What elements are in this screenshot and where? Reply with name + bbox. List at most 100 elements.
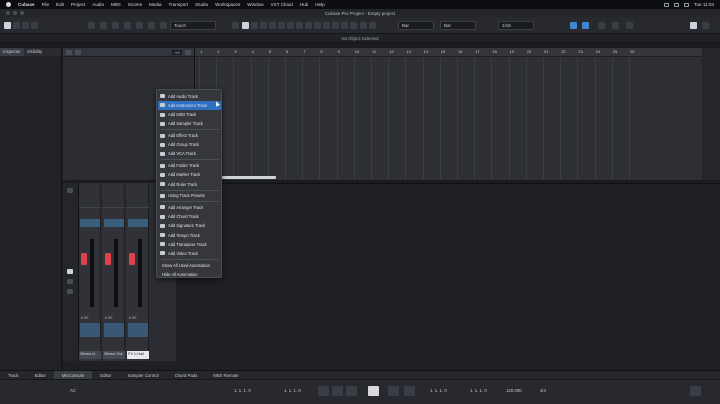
horizontal-scrollbar[interactable] — [220, 176, 276, 179]
search-icon[interactable] — [683, 2, 689, 7]
menu-window[interactable]: Window — [247, 2, 263, 7]
menu-hub[interactable]: Hub — [300, 2, 308, 7]
split-tool-icon[interactable] — [260, 22, 267, 29]
snap-to-grid-icon[interactable] — [570, 22, 577, 29]
menu-media[interactable]: Media — [149, 2, 162, 7]
menu-project[interactable]: Project — [71, 2, 85, 7]
go-to-start-button[interactable] — [318, 386, 329, 396]
menu-item-add-marker-track[interactable]: Add Marker Track — [158, 171, 221, 180]
workspace-icon[interactable] — [702, 22, 709, 29]
menu-item-add-midi-track[interactable]: Add MIDI Track — [158, 110, 221, 119]
battery-icon[interactable] — [663, 2, 669, 7]
menu-item-add-effect-track[interactable]: Add Effect Track — [158, 131, 221, 140]
menu-item-add-sampler-track[interactable]: Add Sampler Track — [158, 120, 221, 129]
metronome-icon[interactable] — [612, 22, 619, 29]
menu-midi[interactable]: MIDI — [111, 2, 121, 7]
left-zone-toggle-icon[interactable] — [13, 22, 20, 29]
menu-item-add-chord-track[interactable]: Add Chord Track — [158, 212, 221, 221]
menu-item-add-folder-track[interactable]: Add Folder Track — [158, 161, 221, 170]
mixer-racks-icon[interactable] — [67, 289, 73, 294]
snap-to-zero-icon[interactable] — [582, 22, 589, 29]
volume-fader[interactable] — [81, 253, 87, 265]
erase-tool-icon[interactable] — [278, 22, 285, 29]
channel-name[interactable]: FX 1-Hall — [127, 351, 149, 359]
pan-slot[interactable] — [104, 323, 124, 337]
wifi-icon[interactable] — [673, 2, 679, 7]
input-routing-slot[interactable] — [80, 219, 100, 227]
menu-clock[interactable]: Tue 11:03 — [694, 2, 714, 7]
nudge-right-icon[interactable] — [369, 22, 376, 29]
ruler[interactable]: 1 2 3 4 5 6 7 8 9 10 11 12 13 14 15 16 17 18 19 20 21 22 23 24 2… — [195, 48, 702, 57]
rewind-button[interactable] — [332, 386, 343, 396]
track-filter-button[interactable] — [75, 49, 81, 55]
menu-item-add-vca-track[interactable]: Add VCA Track — [158, 150, 221, 159]
menu-vst-cloud[interactable]: VST Cloud — [271, 2, 293, 7]
menu-item-add-group-track[interactable]: Add Group Track — [158, 141, 221, 150]
menu-workspaces[interactable]: Workspaces — [215, 2, 240, 7]
constrain-delay-icon[interactable] — [88, 22, 95, 29]
tab-visibility[interactable]: Visibility — [24, 48, 45, 56]
channel-name[interactable]: Stereo Out — [103, 351, 125, 359]
close-window-button[interactable] — [6, 11, 10, 15]
glue-tool-icon[interactable] — [269, 22, 276, 29]
inspector-toggle-icon[interactable] — [4, 22, 11, 29]
mixer-channels-icon[interactable] — [67, 279, 73, 284]
track-settings-button[interactable] — [185, 49, 191, 55]
input-routing-slot[interactable] — [128, 219, 148, 227]
color-tool-icon[interactable] — [350, 22, 357, 29]
right-locator-display[interactable]: 1. 1. 1. 0 — [284, 388, 301, 393]
color-menu-icon[interactable] — [598, 22, 605, 29]
autoscroll-icon[interactable] — [232, 22, 239, 29]
comp-tool-icon[interactable] — [305, 22, 312, 29]
signature-display[interactable]: 4/4 — [540, 388, 546, 393]
solo-all-icon[interactable] — [112, 22, 119, 29]
lower-zone-toggle-icon[interactable] — [22, 22, 29, 29]
pan-slot[interactable] — [128, 323, 148, 337]
stop-button[interactable] — [368, 386, 379, 396]
menu-item-add-transpose-track[interactable]: Add Transpose Track — [158, 240, 221, 249]
menu-studio[interactable]: Studio — [195, 2, 208, 7]
menu-app[interactable]: Cubase — [18, 2, 35, 7]
nudge-left-icon[interactable] — [360, 22, 367, 29]
right-zone-toggle-icon[interactable] — [31, 22, 38, 29]
play-tool-icon[interactable] — [341, 22, 348, 29]
quantize-select[interactable]: 1/16 — [498, 21, 534, 30]
automation-mode-select[interactable]: Touch — [170, 21, 216, 30]
read-automation-icon[interactable] — [136, 22, 143, 29]
menu-item-using-track-presets[interactable]: Using Track Presets — [158, 192, 221, 201]
time-warp-tool-icon[interactable] — [314, 22, 321, 29]
tab-inspector[interactable]: Inspector — [0, 48, 24, 56]
menu-help[interactable]: Help — [315, 2, 324, 7]
grid-type-select[interactable]: Bar — [440, 21, 476, 30]
pan-slot[interactable] — [80, 323, 100, 337]
input-routing-slot[interactable] — [104, 219, 124, 227]
menu-item-hide-all-automation[interactable]: Hide All Automation — [158, 270, 221, 279]
line-tool-icon[interactable] — [332, 22, 339, 29]
volume-fader[interactable] — [105, 253, 111, 265]
secondary-time-display[interactable]: 1. 1. 1. 0 — [470, 388, 487, 393]
zoom-window-button[interactable] — [20, 11, 24, 15]
record-button[interactable] — [404, 386, 415, 396]
track-count-field[interactable]: 0/0 — [172, 49, 182, 55]
menu-scores[interactable]: Scores — [128, 2, 142, 7]
menu-item-show-all-used-automation[interactable]: Show All Used Automation — [158, 261, 221, 270]
menu-item-add-signature-track[interactable]: Add Signature Track — [158, 222, 221, 231]
object-selection-tool-icon[interactable] — [242, 22, 249, 29]
mute-tool-icon[interactable] — [296, 22, 303, 29]
write-automation-icon[interactable] — [148, 22, 155, 29]
audio-connection-label[interactable]: AC — [70, 388, 76, 393]
menu-transport[interactable]: Transport — [169, 2, 189, 7]
vertical-scroll-zone[interactable] — [702, 48, 720, 180]
automation-mode-icon[interactable] — [160, 22, 167, 29]
range-tool-icon[interactable] — [251, 22, 258, 29]
menu-audio[interactable]: Audio — [92, 2, 104, 7]
mixer-view-icon[interactable] — [67, 269, 73, 274]
menu-file[interactable]: File — [42, 2, 49, 7]
add-track-button[interactable] — [66, 49, 72, 55]
menu-edit[interactable]: Edit — [56, 2, 64, 7]
snap-type-select[interactable]: Bar — [398, 21, 434, 30]
menu-item-add-audio-track[interactable]: Add Audio Track — [158, 92, 221, 101]
primary-time-display[interactable]: 1. 1. 1. 0 — [430, 388, 447, 393]
volume-fader[interactable] — [129, 253, 135, 265]
zoom-tool-icon[interactable] — [287, 22, 294, 29]
